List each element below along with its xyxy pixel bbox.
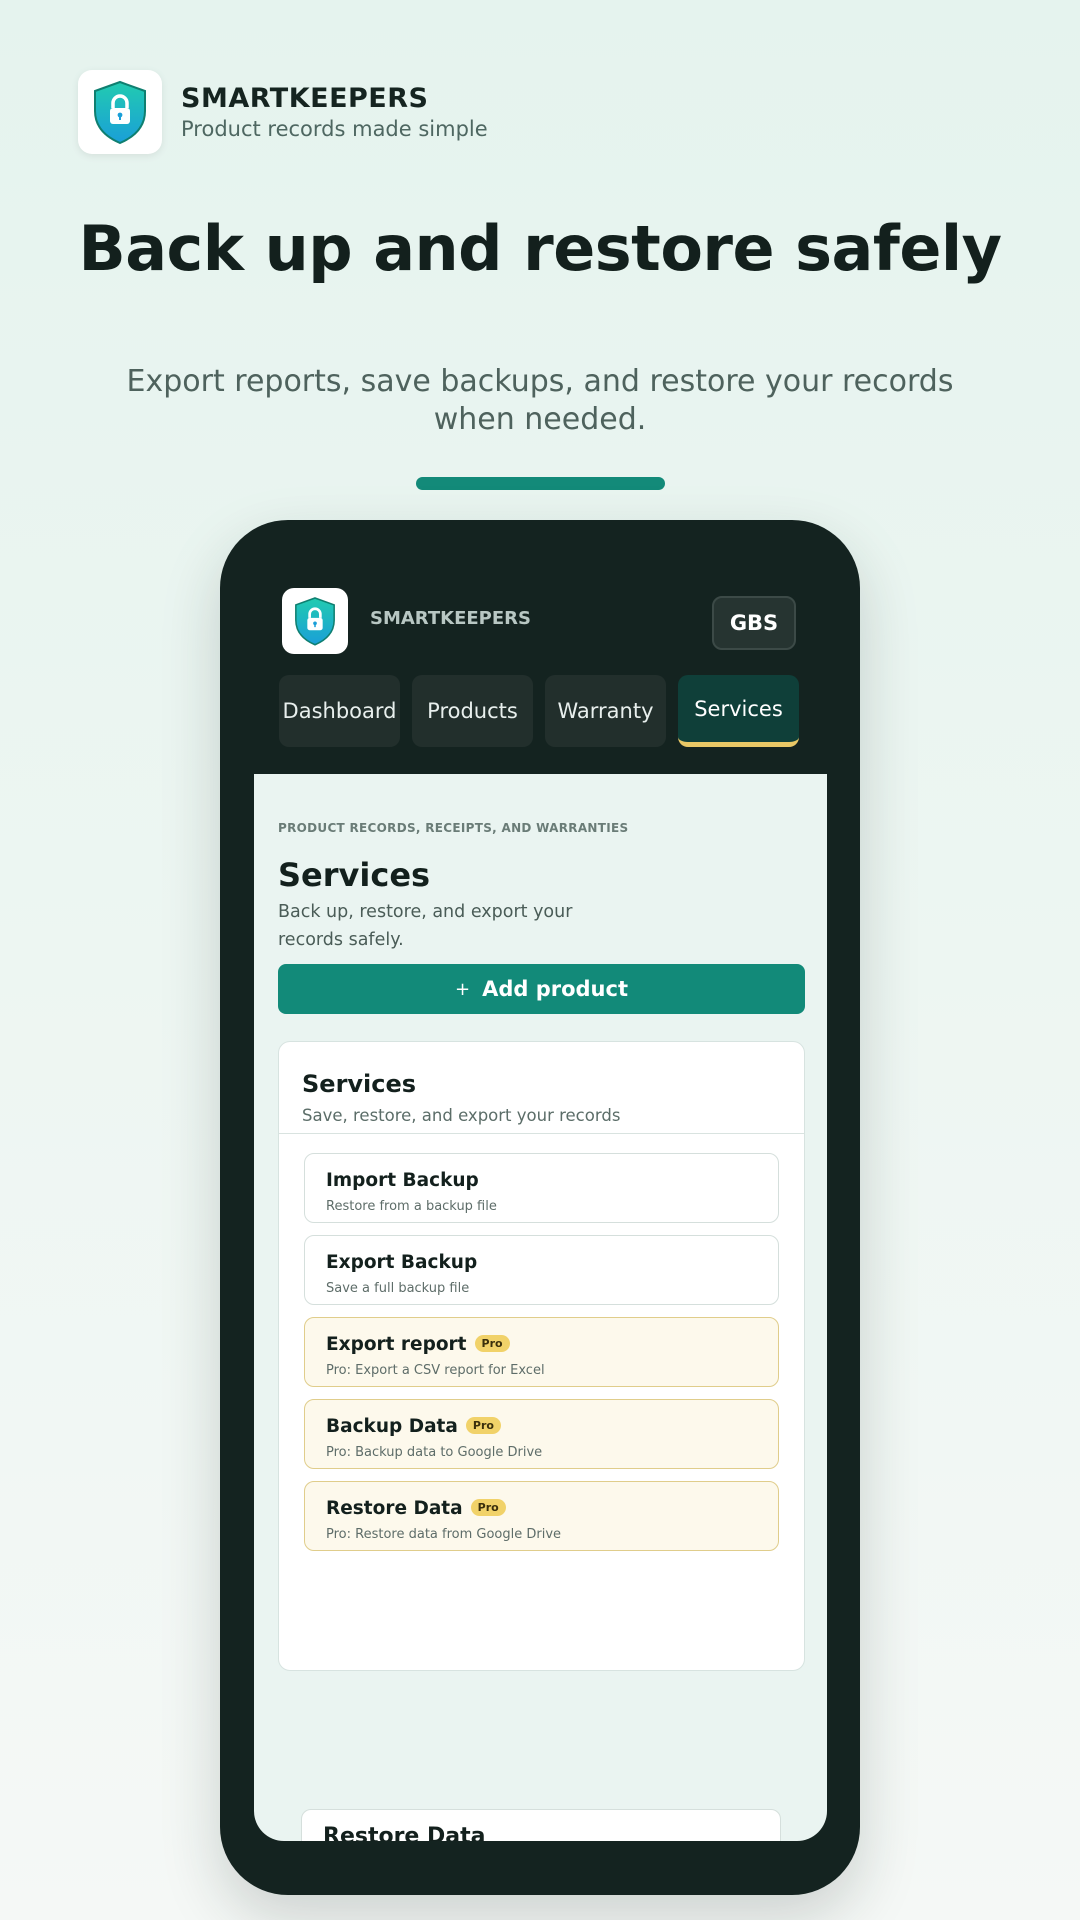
- divider: [279, 1133, 804, 1134]
- brand-name: SMARTKEEPERS: [181, 83, 429, 114]
- service-export-backup[interactable]: Export Backup Save a full backup file: [304, 1235, 779, 1305]
- phone-mockup: SMARTKEEPERS GBS Dashboard Products Warr…: [220, 520, 860, 1895]
- hero-accent-bar: [416, 477, 665, 490]
- tab-warranty[interactable]: Warranty: [545, 675, 666, 747]
- service-description: Restore from a backup file: [326, 1199, 497, 1214]
- plus-icon: +: [454, 978, 471, 1000]
- add-product-button[interactable]: + Add product: [278, 964, 805, 1014]
- account-button[interactable]: GBS: [712, 596, 796, 650]
- pro-badge: Pro: [465, 1417, 501, 1434]
- service-restore-data[interactable]: Restore Data Pro Pro: Restore data from G…: [304, 1481, 779, 1551]
- brand-header: SMARTKEEPERS Product records made simple: [78, 70, 488, 154]
- service-export-report[interactable]: Export report Pro Pro: Export a CSV repor…: [304, 1317, 779, 1387]
- services-card-subtitle: Save, restore, and export your records: [302, 1106, 621, 1125]
- brand-tagline: Product records made simple: [181, 117, 488, 141]
- service-description: Pro: Backup data to Google Drive: [326, 1445, 543, 1460]
- page-eyebrow: PRODUCT RECORDS, RECEIPTS, AND WARRANTIE…: [278, 821, 629, 835]
- pro-badge: Pro: [470, 1499, 506, 1516]
- service-title: Backup Data: [326, 1416, 458, 1437]
- service-title-row: Backup Data Pro: [326, 1416, 501, 1437]
- tab-services[interactable]: Services: [678, 675, 799, 747]
- page-description: Back up, restore, and export your record…: [278, 902, 573, 950]
- shield-lock-icon: [295, 597, 335, 646]
- pro-badge: Pro: [474, 1335, 510, 1352]
- overscroll-peek-item: Restore Data: [301, 1809, 781, 1841]
- shield-lock-icon: [94, 80, 146, 145]
- tab-products[interactable]: Products: [412, 675, 533, 747]
- app-name: SMARTKEEPERS: [370, 608, 531, 629]
- service-title-row: Restore Data Pro: [326, 1498, 506, 1519]
- services-card: Services Save, restore, and export your …: [278, 1041, 805, 1671]
- service-title: Export report: [326, 1334, 467, 1355]
- peek-item-title: Restore Data: [323, 1824, 486, 1841]
- app-logo: [78, 70, 162, 154]
- service-title: Import Backup: [326, 1170, 479, 1191]
- service-backup-data[interactable]: Backup Data Pro Pro: Backup data to Googl…: [304, 1399, 779, 1469]
- app-header-logo: [282, 588, 348, 654]
- page-title: Services: [278, 856, 431, 894]
- nav-tabs: Dashboard Products Warranty Services: [279, 675, 799, 747]
- service-description: Pro: Restore data from Google Drive: [326, 1527, 562, 1542]
- service-description: Pro: Export a CSV report for Excel: [326, 1363, 545, 1378]
- tab-dashboard[interactable]: Dashboard: [279, 675, 400, 747]
- hero-title: Back up and restore safely: [78, 212, 1002, 285]
- hero-subtitle: Export reports, save backups, and restor…: [126, 364, 954, 437]
- service-title: Export Backup: [326, 1252, 478, 1273]
- services-card-title: Services: [302, 1070, 417, 1098]
- add-product-label: Add product: [482, 977, 628, 1001]
- app-screen[interactable]: PRODUCT RECORDS, RECEIPTS, AND WARRANTIE…: [254, 774, 827, 1841]
- service-description: Save a full backup file: [326, 1281, 470, 1296]
- service-import-backup[interactable]: Import Backup Restore from a backup file: [304, 1153, 779, 1223]
- service-title-row: Export report Pro: [326, 1334, 510, 1355]
- service-title: Restore Data: [326, 1498, 463, 1519]
